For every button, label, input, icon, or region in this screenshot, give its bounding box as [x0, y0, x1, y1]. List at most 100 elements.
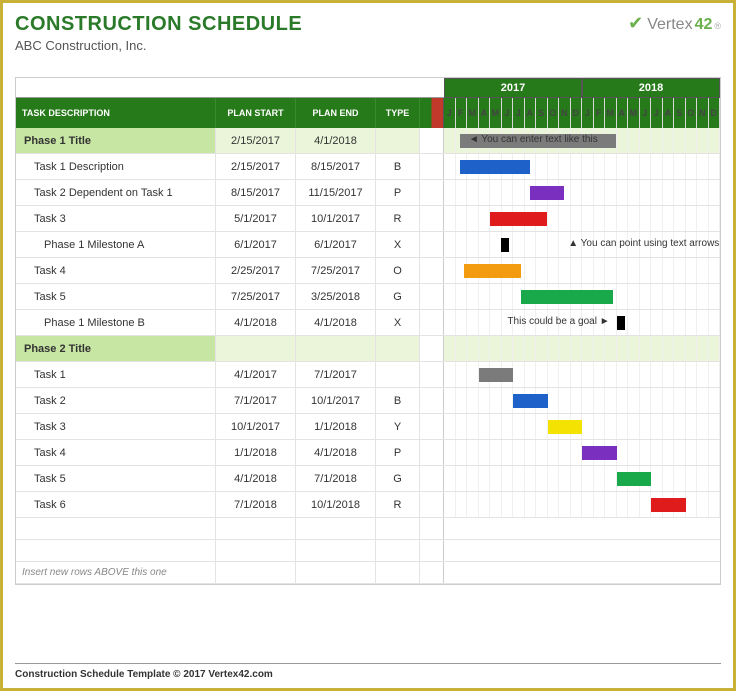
- task-row[interactable]: Task 57/25/20173/25/2018G: [16, 284, 720, 310]
- insert-hint-row: Insert new rows ABOVE this one: [16, 562, 720, 584]
- task-type[interactable]: [376, 336, 420, 361]
- gantt-cell: ◄ You can enter text like this: [444, 128, 720, 153]
- plan-end[interactable]: 7/1/2018: [296, 466, 376, 491]
- plan-start[interactable]: 10/1/2017: [216, 414, 296, 439]
- task-type[interactable]: R: [376, 492, 420, 517]
- task-desc[interactable]: Task 4: [16, 258, 216, 283]
- plan-start[interactable]: 8/15/2017: [216, 180, 296, 205]
- task-desc[interactable]: Task 4: [16, 440, 216, 465]
- task-type[interactable]: [376, 128, 420, 153]
- plan-end[interactable]: 4/1/2018: [296, 128, 376, 153]
- task-desc[interactable]: Task 1 Description: [16, 154, 216, 179]
- task-row[interactable]: Task 35/1/201710/1/2017R: [16, 206, 720, 232]
- task-type[interactable]: G: [376, 284, 420, 309]
- task-type[interactable]: B: [376, 388, 420, 413]
- task-row[interactable]: Task 41/1/20184/1/2018P: [16, 440, 720, 466]
- col-header-edge: [420, 98, 444, 128]
- plan-start[interactable]: 2/15/2017: [216, 154, 296, 179]
- task-desc[interactable]: Task 6: [16, 492, 216, 517]
- gantt-bar[interactable]: [651, 498, 686, 512]
- task-desc[interactable]: Phase 1 Milestone B: [16, 310, 216, 335]
- empty-row[interactable]: [16, 518, 720, 540]
- task-desc[interactable]: Task 1: [16, 362, 216, 387]
- plan-start[interactable]: 2/15/2017: [216, 128, 296, 153]
- task-desc[interactable]: Task 5: [16, 284, 216, 309]
- gantt-bar[interactable]: [460, 160, 529, 174]
- milestone-row[interactable]: Phase 1 Milestone B4/1/20184/1/2018XThis…: [16, 310, 720, 336]
- task-row[interactable]: Task 14/1/20177/1/2017: [16, 362, 720, 388]
- task-desc[interactable]: Task 2 Dependent on Task 1: [16, 180, 216, 205]
- task-type[interactable]: R: [376, 206, 420, 231]
- task-type[interactable]: P: [376, 180, 420, 205]
- plan-end[interactable]: [296, 336, 376, 361]
- plan-end[interactable]: 1/1/2018: [296, 414, 376, 439]
- gantt-bar[interactable]: [617, 472, 652, 486]
- plan-start[interactable]: 1/1/2018: [216, 440, 296, 465]
- task-row[interactable]: Task 54/1/20187/1/2018G: [16, 466, 720, 492]
- plan-end[interactable]: 7/25/2017: [296, 258, 376, 283]
- task-desc[interactable]: Phase 1 Milestone A: [16, 232, 216, 257]
- plan-start[interactable]: [216, 336, 296, 361]
- task-desc[interactable]: Phase 2 Title: [16, 336, 216, 361]
- empty-row[interactable]: [16, 540, 720, 562]
- task-row[interactable]: Task 2 Dependent on Task 18/15/201711/15…: [16, 180, 720, 206]
- plan-start[interactable]: 4/1/2017: [216, 362, 296, 387]
- plan-end[interactable]: 6/1/2017: [296, 232, 376, 257]
- edge-cell: [420, 388, 444, 413]
- task-type[interactable]: P: [376, 440, 420, 465]
- milestone-icon[interactable]: [501, 238, 509, 252]
- task-desc[interactable]: Task 2: [16, 388, 216, 413]
- task-type[interactable]: O: [376, 258, 420, 283]
- plan-end[interactable]: 10/1/2017: [296, 206, 376, 231]
- plan-end[interactable]: 4/1/2018: [296, 310, 376, 335]
- gantt-cell: This could be a goal ►: [444, 310, 720, 335]
- task-desc[interactable]: Task 5: [16, 466, 216, 491]
- task-type[interactable]: B: [376, 154, 420, 179]
- task-type[interactable]: G: [376, 466, 420, 491]
- plan-end[interactable]: 10/1/2017: [296, 388, 376, 413]
- milestone-icon[interactable]: [617, 316, 625, 330]
- plan-start[interactable]: 5/1/2017: [216, 206, 296, 231]
- task-row[interactable]: Task 1 Description2/15/20178/15/2017B: [16, 154, 720, 180]
- gantt-bar[interactable]: [490, 212, 547, 226]
- task-type[interactable]: [376, 362, 420, 387]
- plan-start[interactable]: 7/1/2018: [216, 492, 296, 517]
- task-row[interactable]: Task 310/1/20171/1/2018Y: [16, 414, 720, 440]
- plan-start[interactable]: 6/1/2017: [216, 232, 296, 257]
- milestone-row[interactable]: Phase 1 Milestone A6/1/20176/1/2017X▲ Yo…: [16, 232, 720, 258]
- task-desc[interactable]: Phase 1 Title: [16, 128, 216, 153]
- plan-start[interactable]: 4/1/2018: [216, 310, 296, 335]
- task-type[interactable]: X: [376, 232, 420, 257]
- phase-row[interactable]: Phase 2 Title: [16, 336, 720, 362]
- task-desc[interactable]: Task 3: [16, 414, 216, 439]
- plan-start[interactable]: 4/1/2018: [216, 466, 296, 491]
- gantt-cell: [444, 414, 720, 439]
- gantt-bar[interactable]: [479, 368, 514, 382]
- plan-end[interactable]: 7/1/2017: [296, 362, 376, 387]
- gantt-bar[interactable]: [530, 186, 565, 200]
- gantt-bar[interactable]: [548, 420, 583, 434]
- task-row[interactable]: Task 42/25/20177/25/2017O: [16, 258, 720, 284]
- empty-rows: Insert new rows ABOVE this one: [16, 518, 720, 584]
- plan-start[interactable]: 2/25/2017: [216, 258, 296, 283]
- month-cell: J: [502, 98, 514, 128]
- gantt-bar[interactable]: [464, 264, 521, 278]
- task-row[interactable]: Task 27/1/201710/1/2017B: [16, 388, 720, 414]
- plan-end[interactable]: 11/15/2017: [296, 180, 376, 205]
- plan-end[interactable]: 8/15/2017: [296, 154, 376, 179]
- phase-row[interactable]: Phase 1 Title2/15/20174/1/2018 ◄ You can …: [16, 128, 720, 154]
- plan-end[interactable]: 3/25/2018: [296, 284, 376, 309]
- task-type[interactable]: X: [376, 310, 420, 335]
- gantt-bar[interactable]: [513, 394, 548, 408]
- gantt-bar[interactable]: [582, 446, 617, 460]
- task-type[interactable]: Y: [376, 414, 420, 439]
- plan-start[interactable]: 7/25/2017: [216, 284, 296, 309]
- month-cell: A: [479, 98, 491, 128]
- task-desc[interactable]: Task 3: [16, 206, 216, 231]
- task-row[interactable]: Task 67/1/201810/1/2018R: [16, 492, 720, 518]
- gantt-bar[interactable]: [521, 290, 613, 304]
- plan-end[interactable]: 4/1/2018: [296, 440, 376, 465]
- edge-cell: [420, 336, 444, 361]
- plan-end[interactable]: 10/1/2018: [296, 492, 376, 517]
- plan-start[interactable]: 7/1/2017: [216, 388, 296, 413]
